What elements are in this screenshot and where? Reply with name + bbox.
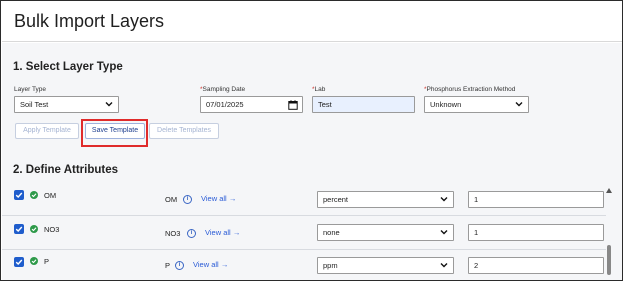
delete-templates-button[interactable]: Delete Templates <box>149 123 219 139</box>
p-view-all-link[interactable]: View all → <box>193 260 228 269</box>
lab-value: Test <box>318 100 332 109</box>
no3-unit-value: none <box>323 228 340 237</box>
sampling-date-label: *Sampling Date <box>200 86 245 93</box>
arrow-right-icon: → <box>220 260 229 269</box>
page-title: Bulk Import Layers <box>14 11 165 31</box>
info-icon[interactable]: i <box>183 195 192 204</box>
info-icon[interactable]: i <box>175 261 184 270</box>
check-circle-icon <box>30 257 38 265</box>
section-define-attributes-title: 2. Define Attributes <box>13 164 119 176</box>
no3-value-input[interactable]: 1 <box>468 224 604 241</box>
lab-label: *Lab <box>312 86 325 93</box>
p-value: 2 <box>474 261 479 270</box>
om-unit-value: percent <box>323 195 349 204</box>
om-unit-select[interactable]: percent <box>317 191 454 208</box>
chevron-down-icon <box>440 263 448 268</box>
om-attribute-label: OM <box>165 195 178 204</box>
om-view-all-link[interactable]: View all → <box>201 194 236 203</box>
check-icon <box>15 226 23 232</box>
p-attribute-label: P <box>165 261 171 270</box>
no3-attribute-name: NO3 <box>44 225 60 234</box>
no3-attribute-label: NO3 <box>165 229 181 238</box>
phosphorus-method-label-text: Phosphorus Extraction Method <box>426 86 516 93</box>
chevron-down-icon <box>440 197 448 202</box>
lab-input[interactable]: Test <box>312 96 415 113</box>
scroll-thumb[interactable] <box>607 245 611 275</box>
no3-unit-select[interactable]: none <box>317 224 454 241</box>
om-attribute-name: OM <box>44 191 57 200</box>
main-content: 1. Select Layer Type Layer Type Soil Tes… <box>2 43 622 280</box>
title-bar: Bulk Import Layers <box>2 2 622 42</box>
om-checkbox[interactable] <box>14 190 24 200</box>
p-checkbox[interactable] <box>14 257 24 267</box>
om-value: 1 <box>474 195 479 204</box>
info-icon[interactable]: i <box>187 229 196 238</box>
phosphorus-method-value: Unknown <box>430 100 462 109</box>
phosphorus-method-label: *Phosphorus Extraction Method <box>424 86 515 93</box>
view-all-label: View all <box>193 260 219 269</box>
no3-view-all-link[interactable]: View all → <box>205 228 240 237</box>
calendar-icon[interactable] <box>288 100 298 110</box>
sampling-date-label-text: Sampling Date <box>202 86 246 93</box>
view-all-label: View all <box>201 194 227 203</box>
p-value-input[interactable]: 2 <box>468 257 604 274</box>
layer-type-label: Layer Type <box>14 86 47 93</box>
p-unit-select[interactable]: ppm <box>317 257 454 274</box>
p-unit-value: ppm <box>323 261 338 270</box>
check-icon <box>15 192 23 198</box>
highlight-annotation <box>81 119 148 147</box>
row-divider <box>2 215 606 216</box>
view-all-label: View all <box>205 228 231 237</box>
chevron-down-icon <box>515 102 523 107</box>
chevron-down-icon <box>440 230 448 235</box>
section-select-layer-type-title: 1. Select Layer Type <box>13 61 123 73</box>
no3-value: 1 <box>474 228 479 237</box>
lab-label-text: Lab <box>314 86 326 93</box>
chevron-down-icon <box>105 102 113 107</box>
no3-checkbox[interactable] <box>14 224 24 234</box>
layer-type-select[interactable]: Soil Test <box>14 96 119 113</box>
check-circle-icon <box>30 191 38 199</box>
layer-type-value: Soil Test <box>20 100 49 109</box>
om-value-input[interactable]: 1 <box>468 191 604 208</box>
arrow-right-icon: → <box>228 194 237 203</box>
sampling-date-input[interactable]: 07/01/2025 <box>200 96 303 113</box>
check-icon <box>15 259 23 265</box>
row-divider <box>2 249 606 250</box>
vertical-scrollbar[interactable] <box>605 187 615 280</box>
sampling-date-value: 07/01/2025 <box>206 100 244 109</box>
arrow-right-icon: → <box>232 228 241 237</box>
p-attribute-name: P <box>44 257 50 266</box>
phosphorus-method-select[interactable]: Unknown <box>424 96 529 113</box>
bulk-import-window: Bulk Import Layers 1. Select Layer Type … <box>0 0 623 281</box>
scroll-up-arrow-icon[interactable] <box>606 188 612 193</box>
apply-template-button[interactable]: Apply Template <box>15 123 79 139</box>
check-circle-icon <box>30 225 38 233</box>
